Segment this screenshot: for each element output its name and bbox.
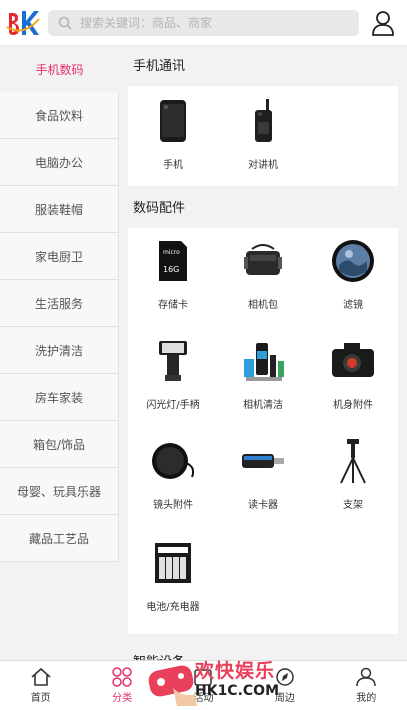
sidebar-item-collectibles[interactable]: 藏品工艺品 — [0, 515, 119, 562]
tab-nearby[interactable]: 周边 — [244, 661, 325, 710]
product-category-item[interactable]: 闪光灯/手柄 — [128, 338, 218, 438]
item-label: 支架 — [343, 500, 363, 511]
card-reader-icon — [240, 438, 286, 484]
sidebar-item-cleaning[interactable]: 洗护清洁 — [0, 327, 119, 374]
product-category-item[interactable]: 相机清洁 — [218, 338, 308, 438]
camera-bag-icon — [240, 238, 286, 284]
search-input[interactable] — [80, 16, 340, 30]
sidebar-item-bags[interactable]: 箱包/饰品 — [0, 421, 119, 468]
walkie-talkie-icon — [240, 98, 286, 144]
item-label: 机身附件 — [333, 400, 373, 411]
product-category-item[interactable]: 镜头附件 — [128, 438, 218, 540]
flash-icon — [150, 338, 196, 384]
profile-icon — [356, 667, 376, 687]
tab-label: 活动 — [193, 693, 214, 704]
smartphone-icon — [150, 98, 196, 144]
sidebar-item-baby-toys[interactable]: 母婴、玩具乐器 — [0, 468, 119, 515]
tab-label: 我的 — [356, 693, 377, 704]
item-label: 相机包 — [248, 300, 278, 311]
sidebar-item-food-drink[interactable]: 食品饮料 — [0, 92, 119, 139]
camera-cleaning-icon — [240, 338, 286, 384]
battery-icon — [150, 540, 196, 586]
tab-activity[interactable]: 活动 — [163, 661, 244, 710]
sidebar-item-phones-digital[interactable]: 手机数码 — [0, 46, 119, 92]
sidebar-item-computer-office[interactable]: 电脑办公 — [0, 139, 119, 186]
tab-label: 分类 — [112, 693, 133, 704]
item-label: 相机清洁 — [243, 400, 283, 411]
item-label: 滤镜 — [343, 300, 363, 311]
sidebar-item-appliances[interactable]: 家电厨卫 — [0, 233, 119, 280]
sd-card-icon: micro 16G — [150, 238, 196, 284]
tripod-icon — [330, 438, 376, 484]
lens-cap-icon — [150, 438, 196, 484]
category-content: 手机通讯 手机 对讲机 数码配件 micro 16G 存储卡 相机包 滤镜 闪光… — [119, 46, 407, 660]
top-header — [0, 0, 407, 46]
section-title: 手机通讯 — [133, 59, 186, 74]
tab-category[interactable]: 分类 — [81, 661, 162, 710]
product-category-item[interactable]: 读卡器 — [218, 438, 308, 540]
item-label: 对讲机 — [248, 160, 278, 171]
section-panel-phones: 手机 对讲机 — [128, 86, 398, 186]
bottom-nav: 首页 分类 活动 周边 我的 — [0, 660, 407, 710]
item-label: 镜头附件 — [153, 500, 193, 511]
tab-profile[interactable]: 我的 — [326, 661, 407, 710]
section-title: 数码配件 — [133, 201, 186, 216]
lens-filter-icon — [330, 238, 376, 284]
product-category-item[interactable]: 机身附件 — [308, 338, 398, 438]
svg-text:micro: micro — [163, 249, 180, 256]
sidebar-item-home-car[interactable]: 房车家装 — [0, 374, 119, 421]
product-category-item[interactable]: micro 16G 存储卡 — [128, 238, 218, 338]
section-title: 智能设备 — [128, 642, 398, 660]
tab-label: 首页 — [30, 693, 51, 704]
sidebar-item-life-services[interactable]: 生活服务 — [0, 280, 119, 327]
search-bar[interactable] — [48, 10, 359, 36]
category-sidebar: 手机数码 食品饮料 电脑办公 服装鞋帽 家电厨卫 生活服务 洗护清洁 房车家装 … — [0, 46, 119, 660]
product-category-item[interactable]: 支架 — [308, 438, 398, 540]
user-icon[interactable] — [371, 10, 395, 36]
product-category-item[interactable]: 对讲机 — [218, 98, 308, 186]
section-panel-accessories: micro 16G 存储卡 相机包 滤镜 闪光灯/手柄 相机清洁 机身附件 镜头… — [128, 228, 398, 634]
item-label: 闪光灯/手柄 — [146, 400, 200, 411]
item-label: 存储卡 — [158, 300, 188, 311]
sidebar-item-apparel[interactable]: 服装鞋帽 — [0, 186, 119, 233]
product-category-item[interactable]: 电池/充电器 — [128, 540, 218, 642]
item-label: 手机 — [163, 160, 183, 171]
item-label: 电池/充电器 — [146, 602, 200, 613]
svg-text:16G: 16G — [163, 265, 179, 274]
brand-logo[interactable] — [0, 0, 46, 46]
nearby-icon — [276, 668, 294, 686]
tab-home[interactable]: 首页 — [0, 661, 81, 710]
search-icon — [58, 16, 72, 30]
app-root: 手机数码 食品饮料 电脑办公 服装鞋帽 家电厨卫 生活服务 洗护清洁 房车家装 … — [0, 0, 407, 710]
product-category-item[interactable]: 滤镜 — [308, 238, 398, 338]
activity-icon — [194, 669, 213, 686]
camera-body-icon — [330, 338, 376, 384]
product-category-item[interactable]: 相机包 — [218, 238, 308, 338]
tab-label: 周边 — [274, 693, 295, 704]
category-icon — [112, 667, 132, 687]
item-label: 读卡器 — [248, 500, 278, 511]
home-icon — [31, 667, 51, 686]
product-category-item[interactable]: 手机 — [128, 98, 218, 186]
